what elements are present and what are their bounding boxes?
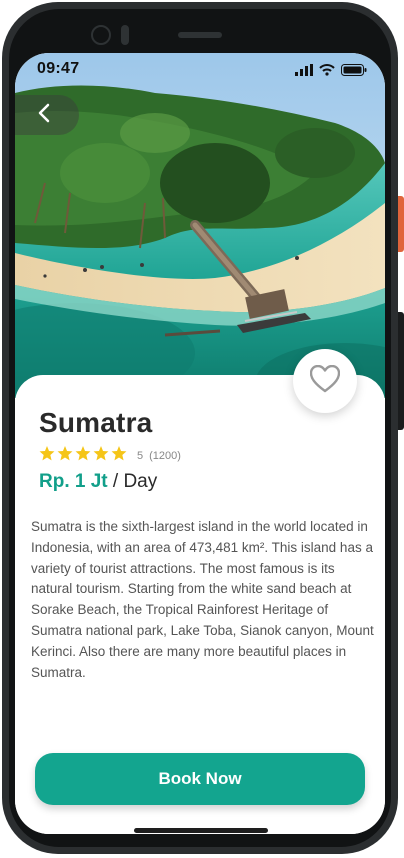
star-icon (75, 446, 91, 466)
place-title: Sumatra (39, 407, 153, 438)
place-description: Sumatra is the sixth-largest island in t… (31, 519, 374, 680)
book-now-button[interactable]: Book Now (35, 753, 365, 805)
heart-outline-icon (309, 364, 341, 398)
rating-score: 5 (137, 450, 144, 462)
status-time: 09:47 (37, 60, 80, 77)
rating-row: 5 (1200) (39, 446, 181, 466)
side-button-power (398, 196, 404, 252)
home-indicator[interactable] (134, 828, 268, 833)
camera-sensor (121, 25, 129, 45)
star-icon (93, 446, 109, 466)
price-row: Rp. 1 Jt / Day (39, 471, 157, 493)
price-unit: / Day (112, 471, 158, 492)
star-icon (57, 446, 73, 466)
app-screen: 09:47 Sumatra 5 (1200) Rp. 1 Jt / Day Su… (15, 53, 385, 834)
star-icon (39, 446, 55, 466)
back-button[interactable] (15, 95, 79, 135)
rating-count: (1200) (149, 450, 181, 462)
wifi-icon (319, 63, 335, 81)
side-button-volume (398, 312, 404, 430)
rating-stars (39, 446, 127, 466)
star-icon (111, 446, 127, 466)
earpiece-speaker (178, 32, 222, 38)
signal-icon (295, 63, 313, 81)
chevron-left-icon (37, 103, 51, 128)
status-icons (295, 63, 367, 81)
favorite-button[interactable] (293, 349, 357, 413)
battery-icon (341, 63, 367, 81)
price-amount: Rp. 1 Jt (39, 471, 108, 492)
front-camera (91, 25, 111, 45)
